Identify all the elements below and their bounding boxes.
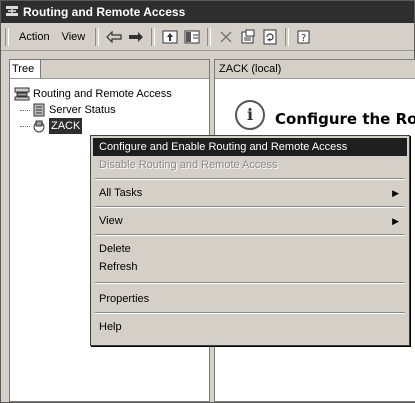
menu-item-refresh[interactable]: Refresh — [93, 258, 407, 276]
menu-item-delete[interactable]: Delete — [93, 240, 407, 258]
toolbar-grip — [5, 28, 9, 46]
routing-app-icon — [5, 5, 19, 19]
tree-item-server-status[interactable]: Server Status — [20, 102, 116, 118]
menu-view[interactable]: View — [56, 27, 92, 47]
delete-x-icon[interactable] — [217, 28, 235, 46]
menu-separator — [95, 312, 405, 314]
tree-item-label: Routing and Remote Access — [33, 88, 172, 100]
menu-item-disable: Disable Routing and Remote Access — [93, 156, 407, 174]
app-window: Routing and Remote Access Action View ? … — [0, 0, 415, 403]
submenu-arrow-icon: ▶ — [392, 188, 399, 198]
toolbar-separator — [95, 28, 100, 46]
menu-item-label: Configure and Enable Routing and Remote … — [99, 141, 348, 153]
context-menu: Configure and Enable Routing and Remote … — [90, 135, 410, 346]
menu-item-label: Delete — [99, 243, 131, 255]
menu-item-label: Help — [99, 321, 122, 333]
refresh-icon[interactable] — [261, 28, 279, 46]
toolbar: Action View ? — [1, 24, 414, 51]
properties-icon[interactable] — [239, 28, 257, 46]
menu-separator — [95, 234, 405, 236]
tree-item-routing-root[interactable]: Routing and Remote Access — [14, 86, 172, 102]
menu-item-properties[interactable]: Properties — [93, 290, 407, 308]
menu-item-label: View — [99, 215, 123, 227]
tree-pane-header: Tree — [10, 60, 209, 79]
submenu-arrow-icon: ▶ — [392, 216, 399, 226]
menu-item-label: Refresh — [99, 261, 138, 273]
show-hide-tree-icon[interactable] — [183, 28, 201, 46]
configure-heading: Configure the Rou — [275, 110, 415, 128]
menu-action[interactable]: Action — [13, 27, 56, 47]
details-header: ZACK (local) — [215, 60, 415, 79]
window-title: Routing and Remote Access — [23, 5, 186, 19]
menu-item-all-tasks[interactable]: All Tasks ▶ — [93, 184, 407, 202]
toolbar-separator — [285, 28, 290, 46]
tree-item-label: Server Status — [49, 104, 116, 116]
menu-separator — [95, 282, 405, 284]
menu-item-label: Disable Routing and Remote Access — [99, 159, 278, 171]
tree-item-zack[interactable]: ZACK — [20, 118, 83, 134]
server-status-icon — [32, 103, 46, 117]
menu-item-configure-enable[interactable]: Configure and Enable Routing and Remote … — [93, 138, 407, 156]
tree-item-label: ZACK — [49, 118, 83, 134]
server-root-icon — [14, 87, 30, 101]
help-icon[interactable]: ? — [295, 28, 313, 46]
tree-connector — [20, 125, 30, 127]
toolbar-separator — [151, 28, 156, 46]
title-bar: Routing and Remote Access — [1, 1, 414, 23]
tab-tree[interactable]: Tree — [10, 60, 42, 78]
menu-item-label: Properties — [99, 293, 150, 305]
tree-connector — [20, 109, 30, 111]
info-icon: i — [235, 100, 265, 130]
back-arrow-icon[interactable] — [105, 28, 123, 46]
forward-arrow-icon[interactable] — [127, 28, 145, 46]
menu-separator — [95, 206, 405, 208]
server-down-icon — [32, 119, 46, 133]
menu-item-help[interactable]: Help — [93, 318, 407, 336]
menu-separator — [95, 178, 405, 180]
up-one-level-icon[interactable] — [161, 28, 179, 46]
svg-text:?: ? — [301, 33, 306, 44]
menu-item-label: All Tasks — [99, 187, 143, 199]
toolbar-separator — [207, 28, 212, 46]
menu-item-view[interactable]: View ▶ — [93, 212, 407, 230]
